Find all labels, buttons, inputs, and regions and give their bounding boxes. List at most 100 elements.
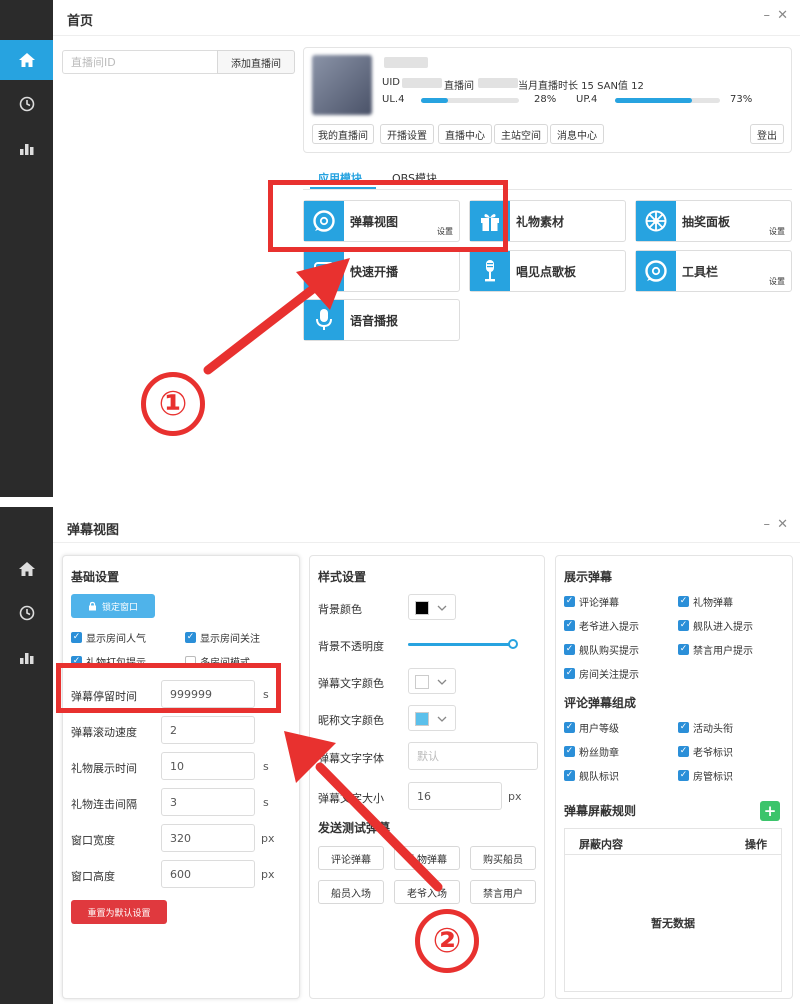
plus-icon: +	[763, 802, 777, 820]
chevron-down-icon	[437, 605, 447, 611]
chevron-down-icon	[437, 716, 447, 722]
checkbox-compose[interactable]: ✓ 粉丝勋章	[564, 744, 619, 759]
stream-settings-button[interactable]: 开播设置	[380, 124, 434, 144]
tile-toolbar[interactable]: 工具栏 设置	[635, 250, 792, 292]
uid-label: UID	[382, 77, 400, 88]
tile-settings-link[interactable]: 设置	[769, 226, 785, 237]
checkbox-compose[interactable]: ✓ 用户等级	[564, 720, 619, 735]
background-color-picker[interactable]	[408, 594, 456, 620]
section-title: 样式设置	[318, 570, 367, 584]
checkbox-display[interactable]: ✓ 舰队购买提示	[564, 642, 639, 657]
sidebar-item-home[interactable]	[0, 40, 53, 80]
logout-button[interactable]: 登出	[750, 124, 784, 144]
add-room-button[interactable]: 添加直播间	[217, 50, 295, 74]
ul-level: UL.4	[382, 94, 405, 105]
message-center-button[interactable]: 消息中心	[550, 124, 604, 144]
window-height-input[interactable]: 600	[161, 860, 255, 888]
checkbox-display[interactable]: ✓ 评论弹幕	[564, 594, 619, 609]
close-icon[interactable]: ✕	[777, 8, 788, 23]
test-mute-user-button[interactable]: 禁言用户	[470, 880, 536, 904]
test-buy-crew-button[interactable]: 购买船员	[470, 846, 536, 870]
clock-icon	[19, 605, 34, 621]
checkbox-compose[interactable]: ✓ 舰队标识	[564, 768, 619, 783]
checkbox-compose[interactable]: ✓ 活动头衔	[678, 720, 733, 735]
checkbox-display[interactable]: ✓ 老爷进入提示	[564, 618, 639, 633]
live-center-button[interactable]: 直播中心	[438, 124, 492, 144]
block-rules-table: 屏蔽内容 操作 暂无数据	[564, 828, 782, 992]
checkbox-compose[interactable]: ✓ 房管标识	[678, 768, 733, 783]
lock-window-button[interactable]: 锁定窗口	[71, 594, 155, 618]
annotation-highlight-box	[56, 663, 281, 713]
color-swatch	[415, 601, 429, 615]
sidebar	[0, 0, 53, 497]
field-label: 窗口高度	[71, 870, 115, 883]
sidebar-item-home[interactable]	[0, 549, 53, 589]
danmaku-scroll-speed-input[interactable]: 2	[161, 716, 255, 744]
avatar	[312, 55, 372, 115]
color-swatch	[415, 675, 429, 689]
checkbox-display[interactable]: ✓ 房间关注提示	[564, 666, 639, 681]
up-progress	[615, 98, 720, 103]
reset-default-button[interactable]: 重置为默认设置	[71, 900, 167, 924]
username-redacted	[384, 57, 428, 68]
annotation-step-2: ②	[415, 909, 479, 973]
basic-settings-panel: 基础设置 锁定窗口 ✓ 显示房间人气 ✓ 显示房间关注 ✓ 礼物打包提示 多房间模式 …	[62, 555, 300, 999]
checkbox-display[interactable]: ✓ 礼物弹幕	[678, 594, 733, 609]
checkbox-display[interactable]: ✓ 禁言用户提示	[678, 642, 753, 657]
gift-combo-interval-input[interactable]: 3	[161, 788, 255, 816]
bottom-window: 弹幕视图 – ✕ 基础设置 锁定窗口 ✓ 显示房间人气 ✓ 显示房间关注 ✓ 礼物打包…	[0, 507, 800, 1004]
sidebar-item-history[interactable]	[0, 84, 53, 124]
ul-percent: 28%	[534, 94, 557, 105]
minimize-icon[interactable]: –	[764, 8, 771, 23]
bar-chart-icon	[19, 653, 33, 664]
window-width-input[interactable]: 320	[161, 824, 255, 852]
checkbox-display[interactable]: ✓ 舰队进入提示	[678, 618, 753, 633]
up-progress-fill	[615, 98, 692, 103]
minimize-icon[interactable]: –	[764, 517, 771, 532]
close-icon[interactable]: ✕	[777, 517, 788, 532]
field-label: 弹幕滚动速度	[71, 726, 137, 739]
profile-card: UID 直播间 当月直播时长 15 SAN值 12 UL.4 28% UP.4 …	[303, 47, 792, 153]
checkbox-show-follows[interactable]: ✓ 显示房间关注	[185, 630, 260, 645]
tile-settings-link[interactable]: 设置	[769, 276, 785, 287]
my-room-button[interactable]: 我的直播间	[312, 124, 374, 144]
annotation-step-1: ①	[141, 372, 205, 436]
home-icon	[18, 562, 35, 576]
section-title: 基础设置	[71, 570, 120, 584]
chevron-down-icon	[437, 679, 447, 685]
up-level: UP.4	[576, 94, 598, 105]
page-title: 首页	[67, 14, 94, 29]
add-block-rule-button[interactable]: +	[760, 801, 780, 821]
room-label: 直播间	[444, 81, 474, 92]
color-swatch	[415, 712, 429, 726]
tile-lottery-panel[interactable]: 抽奖面板 设置	[635, 200, 792, 242]
section-title: 评论弹幕组成	[564, 696, 637, 710]
checkbox-show-popularity[interactable]: ✓ 显示房间人气	[71, 630, 146, 645]
opacity-slider[interactable]	[408, 639, 518, 649]
ul-progress	[421, 98, 519, 103]
bar-chart-icon	[19, 144, 33, 155]
annotation-arrow-2	[284, 731, 443, 892]
title-bar: 弹幕视图 – ✕	[53, 507, 800, 543]
top-window: 首页 – ✕ 直播间ID 添加直播间 UID 直播间 当月直播时长 15 SAN…	[0, 0, 800, 497]
field-label: 窗口宽度	[71, 834, 115, 847]
sidebar-item-history[interactable]	[0, 593, 53, 633]
up-percent: 73%	[730, 94, 753, 105]
gift-display-time-input[interactable]: 10	[161, 752, 255, 780]
field-label: 礼物连击间隔	[71, 798, 137, 811]
text-color-picker[interactable]	[408, 668, 456, 694]
main-space-button[interactable]: 主站空间	[494, 124, 548, 144]
room-id-input[interactable]: 直播间ID	[62, 50, 218, 74]
checkbox-compose[interactable]: ✓ 老爷标识	[678, 744, 733, 759]
lock-icon	[88, 601, 96, 611]
slider-handle[interactable]	[507, 639, 518, 649]
month-stats: 当月直播时长 15 SAN值 12	[518, 81, 644, 92]
title-bar: 首页 – ✕	[53, 0, 800, 36]
sidebar-item-stats[interactable]	[0, 637, 53, 677]
annotation-arrow-1	[203, 258, 350, 375]
tile-song-request[interactable]: 唱见点歌板	[469, 250, 626, 292]
page-title: 弹幕视图	[67, 523, 120, 538]
sidebar-item-stats[interactable]	[0, 128, 53, 168]
toolbar-icon	[645, 260, 667, 282]
table-header: 屏蔽内容 操作	[565, 829, 781, 855]
